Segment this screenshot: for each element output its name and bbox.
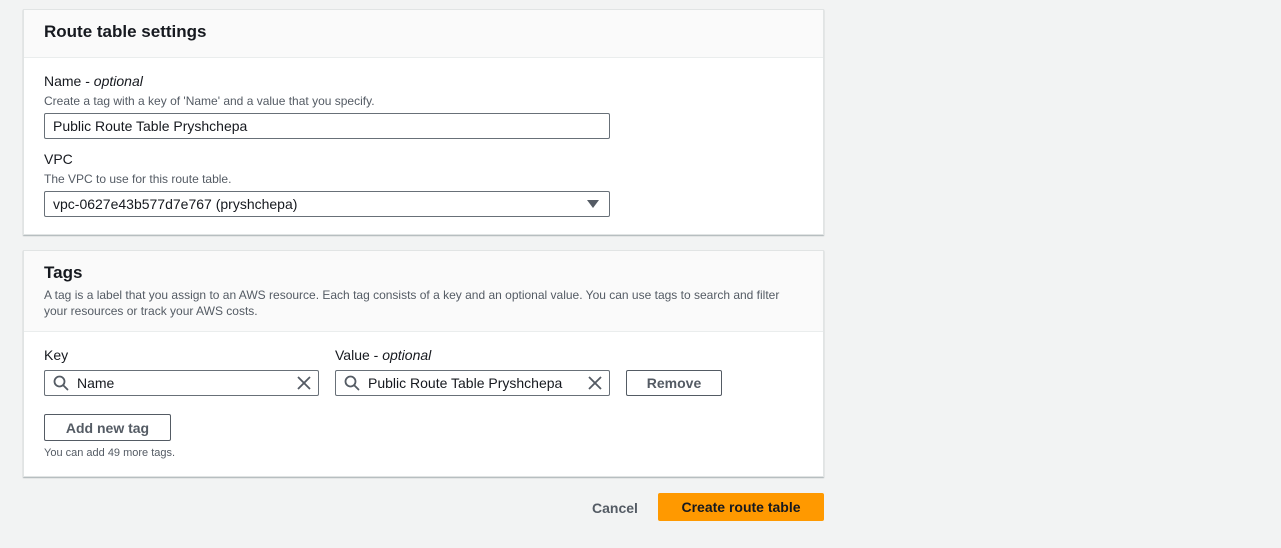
tags-title: Tags: [44, 263, 83, 282]
search-icon: [53, 375, 69, 391]
tags-description-line1: A tag is a label that you assign to an A…: [44, 288, 780, 302]
tags-header: Tags A tag is a label that you assign to…: [24, 251, 823, 332]
tag-key-value: Name: [77, 375, 115, 391]
vpc-select-value: vpc-0627e43b577d7e767 (pryshchepa): [53, 196, 298, 212]
vpc-label: VPC: [44, 151, 73, 167]
vpc-description: The VPC to use for this route table.: [44, 172, 232, 186]
clear-icon[interactable]: [588, 376, 602, 390]
route-table-settings-header: Route table settings: [24, 10, 823, 58]
name-input-value: Public Route Table Pryshchepa: [53, 118, 248, 134]
tag-value-input[interactable]: Public Route Table Pryshchepa: [335, 370, 610, 396]
name-description: Create a tag with a key of 'Name' and a …: [44, 94, 375, 108]
key-column-label: Key: [44, 347, 69, 363]
panel-title: Route table settings: [44, 21, 207, 41]
add-new-tag-button[interactable]: Add new tag: [44, 414, 171, 441]
remove-tag-button[interactable]: Remove: [626, 370, 722, 396]
create-route-table-button[interactable]: Create route table: [658, 493, 824, 521]
name-input[interactable]: Public Route Table Pryshchepa: [44, 113, 610, 139]
vpc-select[interactable]: vpc-0627e43b577d7e767 (pryshchepa): [44, 191, 610, 217]
cancel-button[interactable]: Cancel: [592, 500, 638, 516]
tags-panel: Tags A tag is a label that you assign to…: [23, 250, 824, 477]
value-column-label: Value - optional: [335, 347, 432, 363]
clear-icon[interactable]: [297, 376, 311, 390]
caret-down-icon: [587, 200, 599, 208]
tags-description-line2: your resources or track your AWS costs.: [44, 304, 258, 318]
search-icon: [344, 375, 360, 391]
tag-key-input[interactable]: Name: [44, 370, 319, 396]
tag-value-value: Public Route Table Pryshchepa: [368, 375, 563, 391]
optional-text: optional: [382, 347, 432, 363]
optional-text: optional: [93, 73, 143, 89]
name-label: Name - optional: [44, 73, 143, 89]
route-table-settings-panel: Route table settings Name - optional Cre…: [23, 9, 824, 235]
tags-limit-text: You can add 49 more tags.: [44, 447, 176, 459]
